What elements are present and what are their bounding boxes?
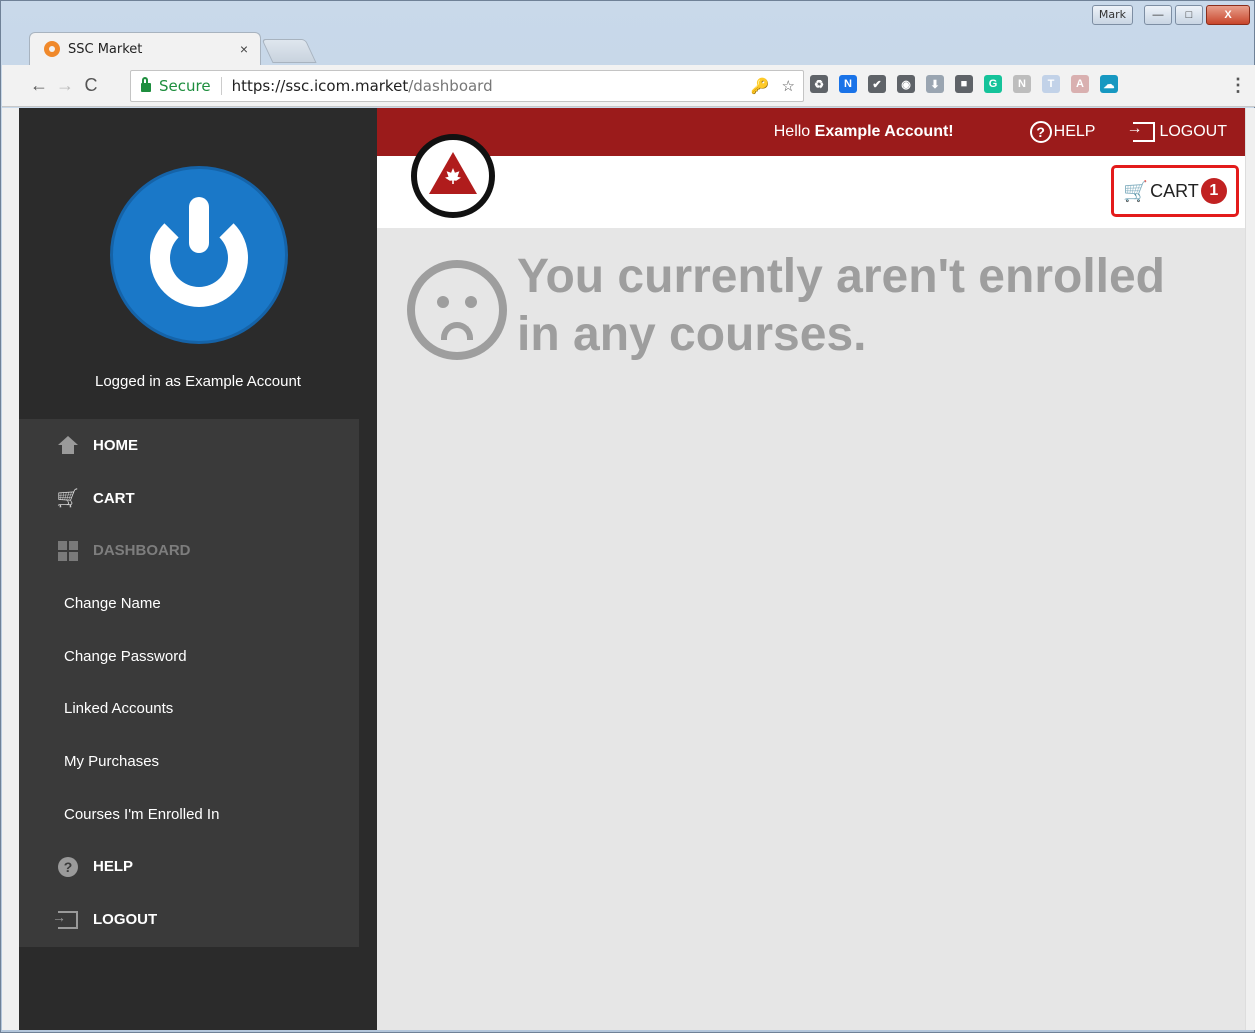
tab-strip: SSC Market × xyxy=(1,29,1255,65)
minimize-button[interactable]: — xyxy=(1144,5,1172,25)
greeting-name: Example Account! xyxy=(814,123,954,140)
tag-extension-icon[interactable]: T xyxy=(1042,75,1060,93)
dashboard-icon xyxy=(57,540,79,561)
new-extension-icon[interactable]: N xyxy=(839,75,857,93)
address-bar[interactable]: Secure https://ssc.icom.market/dashboard… xyxy=(130,70,804,102)
cart-button[interactable]: 🛒 CART 1 xyxy=(1111,165,1239,217)
logout-arrow-icon xyxy=(1126,120,1156,142)
browser-menu-icon[interactable]: ⋮ xyxy=(1229,75,1247,96)
header-help-link[interactable]: ? HELP xyxy=(1029,121,1096,143)
key-icon[interactable]: 🔑 xyxy=(751,77,770,95)
help-icon: ? xyxy=(57,856,79,877)
maximize-button[interactable]: □ xyxy=(1175,5,1203,25)
left-gutter xyxy=(2,108,19,1030)
sidebar-item-dashboard[interactable]: DASHBOARD xyxy=(19,524,359,577)
cart-label: CART xyxy=(1150,180,1199,201)
sidebar-item-label: Change Password xyxy=(64,647,187,665)
sidebar-item-courses-enrolled[interactable]: Courses I'm Enrolled In xyxy=(19,788,359,841)
sidebar-item-label: Change Name xyxy=(64,594,161,612)
sad-face-icon xyxy=(407,260,507,360)
url-path: /dashboard xyxy=(408,77,493,95)
cart-icon: 🛒 xyxy=(1123,180,1149,203)
greeting-prefix: Hello xyxy=(773,123,815,140)
browser-tab[interactable]: SSC Market × xyxy=(29,32,261,65)
sidebar-item-logout[interactable]: LOGOUT xyxy=(19,893,359,946)
avatar xyxy=(110,166,288,344)
browser-window: Mark — □ X SSC Market × ← → C Secure htt… xyxy=(0,0,1255,1033)
tab-close-icon[interactable]: × xyxy=(240,41,248,57)
header-logout-link[interactable]: LOGOUT xyxy=(1126,120,1227,142)
top-header-bar: Hello Example Account! ? HELP LOGOUT xyxy=(377,108,1245,156)
sidebar-item-label: My Purchases xyxy=(64,752,160,770)
notes-extension-icon[interactable]: N xyxy=(1013,75,1031,93)
sub-header-bar: 🛒 CART 1 xyxy=(377,134,1245,228)
url-text: https://ssc.icom.market/dashboard xyxy=(232,77,493,95)
sidebar-item-label: HOME xyxy=(93,436,138,454)
browser-toolbar: ← → C Secure https://ssc.icom.market/das… xyxy=(2,65,1255,107)
tab-title: SSC Market xyxy=(68,41,143,57)
header-logout-label: LOGOUT xyxy=(1159,123,1227,140)
window-controls: Mark — □ X xyxy=(1091,5,1250,25)
site-favicon-icon xyxy=(44,41,60,57)
address-separator xyxy=(220,77,222,95)
back-button[interactable]: ← xyxy=(26,71,52,101)
greeting: Hello Example Account! xyxy=(774,123,954,141)
sidebar-item-label: Courses I'm Enrolled In xyxy=(64,805,220,823)
saskatchewan-safety-council-logo[interactable] xyxy=(411,134,495,218)
extension-icons: ♻ N ✔ ◉ ⬇ ■ G N T A ☁ xyxy=(810,75,1118,93)
sidebar-menu: HOME 🛒 CART DASHBOARD Change Name Change… xyxy=(19,419,359,947)
address-bar-actions: 🔑 ☆ xyxy=(751,77,795,95)
sidebar-item-label: HELP xyxy=(93,858,134,876)
sidebar-item-label: LOGOUT xyxy=(93,911,158,929)
forward-button[interactable]: → xyxy=(52,71,78,101)
logout-icon xyxy=(52,909,79,930)
question-circle-icon: ? xyxy=(1029,121,1052,143)
header-help-label: HELP xyxy=(1053,123,1096,140)
sidebar-item-change-password[interactable]: Change Password xyxy=(19,630,359,683)
salesforce-extension-icon[interactable]: ☁ xyxy=(1100,75,1118,93)
grammarly-extension-icon[interactable]: G xyxy=(984,75,1002,93)
close-window-button[interactable]: X xyxy=(1206,5,1250,25)
cart-icon: 🛒 xyxy=(56,487,80,508)
sidebar: Logged in as Example Account HOME 🛒 CART… xyxy=(19,108,377,1030)
sidebar-item-cart[interactable]: 🛒 CART xyxy=(19,472,359,525)
scrollbar[interactable] xyxy=(1245,108,1255,1030)
sidebar-item-home[interactable]: HOME xyxy=(19,419,359,472)
empty-state-message: You currently aren't enrolled in any cou… xyxy=(517,250,1165,361)
sidebar-item-label: DASHBOARD xyxy=(93,542,191,560)
recycle-extension-icon[interactable]: ♻ xyxy=(810,75,828,93)
empty-state: You currently aren't enrolled in any cou… xyxy=(407,248,1217,364)
square-extension-icon[interactable]: ■ xyxy=(955,75,973,93)
secure-label: Secure xyxy=(159,77,211,95)
logged-in-label: Logged in as Example Account xyxy=(95,373,301,390)
web-page: Logged in as Example Account HOME 🛒 CART… xyxy=(19,108,1245,1030)
sidebar-item-help[interactable]: ? HELP xyxy=(19,841,359,894)
window-user-badge[interactable]: Mark xyxy=(1091,5,1133,25)
lock-icon xyxy=(141,77,151,92)
new-tab-button[interactable] xyxy=(261,39,317,63)
sidebar-item-change-name[interactable]: Change Name xyxy=(19,577,359,630)
pdf-extension-icon[interactable]: A xyxy=(1071,75,1089,93)
download-extension-icon[interactable]: ⬇ xyxy=(926,75,944,93)
sidebar-item-label: Linked Accounts xyxy=(64,700,174,718)
cart-count-badge: 1 xyxy=(1200,178,1227,204)
power-stem-icon xyxy=(189,197,209,253)
url-host: https://ssc.icom.market xyxy=(231,77,409,95)
checkbox-extension-icon[interactable]: ✔ xyxy=(868,75,886,93)
bookmark-star-icon[interactable]: ☆ xyxy=(782,77,795,95)
eye-extension-icon[interactable]: ◉ xyxy=(897,75,915,93)
sidebar-item-linked-accounts[interactable]: Linked Accounts xyxy=(19,682,359,735)
home-icon xyxy=(57,435,79,455)
sidebar-item-label: CART xyxy=(93,489,135,507)
reload-button[interactable]: C xyxy=(78,71,104,101)
sidebar-item-my-purchases[interactable]: My Purchases xyxy=(19,735,359,788)
